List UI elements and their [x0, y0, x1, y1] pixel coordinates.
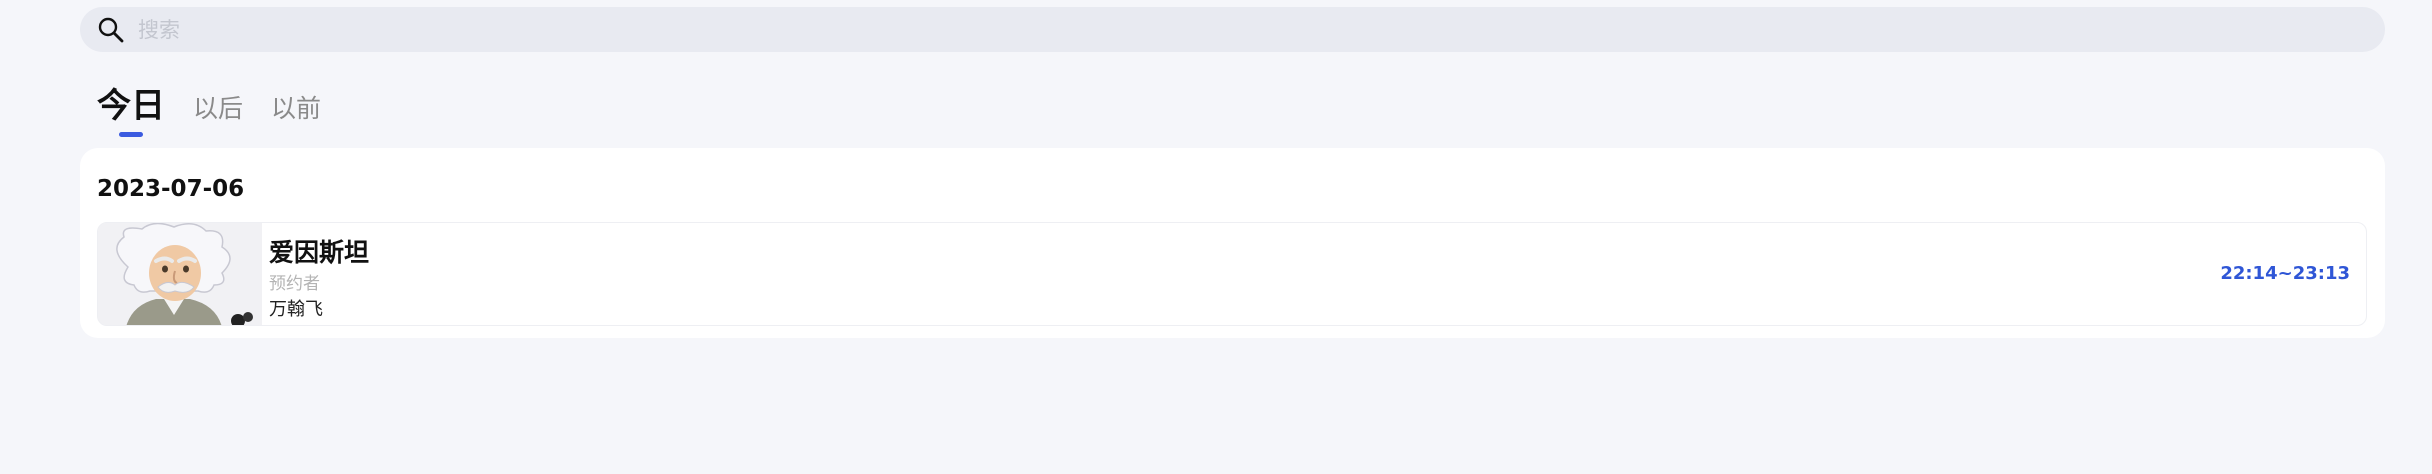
tab-past[interactable]: 以前: [271, 89, 321, 135]
search-bar[interactable]: [80, 7, 2385, 52]
item-title: 爱因斯坦: [269, 238, 370, 267]
search-input[interactable]: [138, 7, 2385, 52]
time-range: 22:14~23:13: [2220, 263, 2350, 284]
tab-today-label: 今日: [97, 86, 165, 126]
tab-past-label: 以前: [271, 94, 322, 123]
booker-name: 万翰飞: [269, 299, 323, 320]
tab-today[interactable]: 今日: [97, 78, 165, 137]
list-item[interactable]: 爱因斯坦 预约者 万翰飞 22:14~23:13: [97, 222, 2367, 326]
role-label: 预约者: [269, 274, 320, 294]
search-icon: [96, 15, 126, 45]
active-tab-indicator: [119, 132, 143, 137]
tab-bar: 今日 以后 以前: [97, 82, 349, 137]
tab-upcoming[interactable]: 以后: [193, 89, 243, 135]
einstein-cartoon-avatar-icon: [98, 223, 262, 325]
avatar: [98, 223, 262, 325]
tab-upcoming-label: 以后: [193, 94, 244, 123]
date-heading: 2023-07-06: [97, 176, 245, 202]
booking-list-card: 2023-07-06 爱因斯坦 预约者 万翰飞 22:14~23:13: [80, 148, 2385, 338]
